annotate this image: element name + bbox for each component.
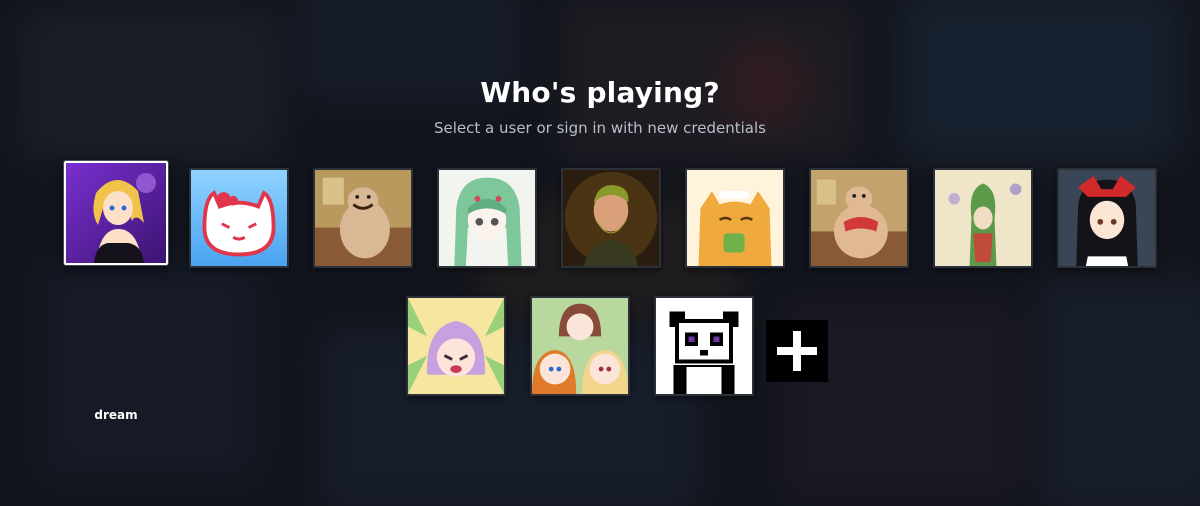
selected-user-name: dream — [94, 408, 138, 422]
pig-creature-avatar-icon — [315, 170, 411, 266]
user-avatar-7[interactable] — [809, 168, 909, 268]
shrine-maiden-anime-avatar-icon — [1059, 170, 1155, 266]
pixel-panda-avatar-icon — [656, 298, 752, 394]
user-avatar-9[interactable] — [1057, 168, 1157, 268]
page-title: Who's playing? — [480, 76, 720, 109]
user-avatar-3[interactable] — [313, 168, 413, 268]
user-avatar-4[interactable] — [437, 168, 537, 268]
bearded-man-portrait-avatar-icon — [563, 170, 659, 266]
page-subtitle: Select a user or sign in with new creden… — [434, 119, 766, 137]
green-hair-anime-girl-avatar-icon — [439, 170, 535, 266]
anime-girl-blonde-avatar-icon — [66, 163, 166, 263]
add-account-button[interactable] — [766, 320, 828, 382]
anime-girls-group-avatar-icon — [532, 298, 628, 394]
user-avatar-12[interactable] — [654, 296, 754, 396]
user-avatar-1[interactable] — [64, 161, 168, 265]
user-avatar-5[interactable] — [561, 168, 661, 268]
plus-icon — [777, 331, 817, 371]
crying-purple-hair-girl-avatar-icon — [408, 298, 504, 394]
header: Who's playing? Select a user or sign in … — [0, 76, 1200, 137]
pink-cat-face-avatar-icon — [191, 170, 287, 266]
user-avatar-11[interactable] — [530, 296, 630, 396]
user-avatar-10[interactable] — [406, 296, 506, 396]
user-avatar-6[interactable] — [685, 168, 785, 268]
user-avatar-8[interactable] — [933, 168, 1033, 268]
green-creature-cartoon-avatar-icon — [935, 170, 1031, 266]
pig-creature-red-avatar-icon — [811, 170, 907, 266]
user-avatar-2[interactable] — [189, 168, 289, 268]
orange-cat-tea-avatar-icon — [687, 170, 783, 266]
